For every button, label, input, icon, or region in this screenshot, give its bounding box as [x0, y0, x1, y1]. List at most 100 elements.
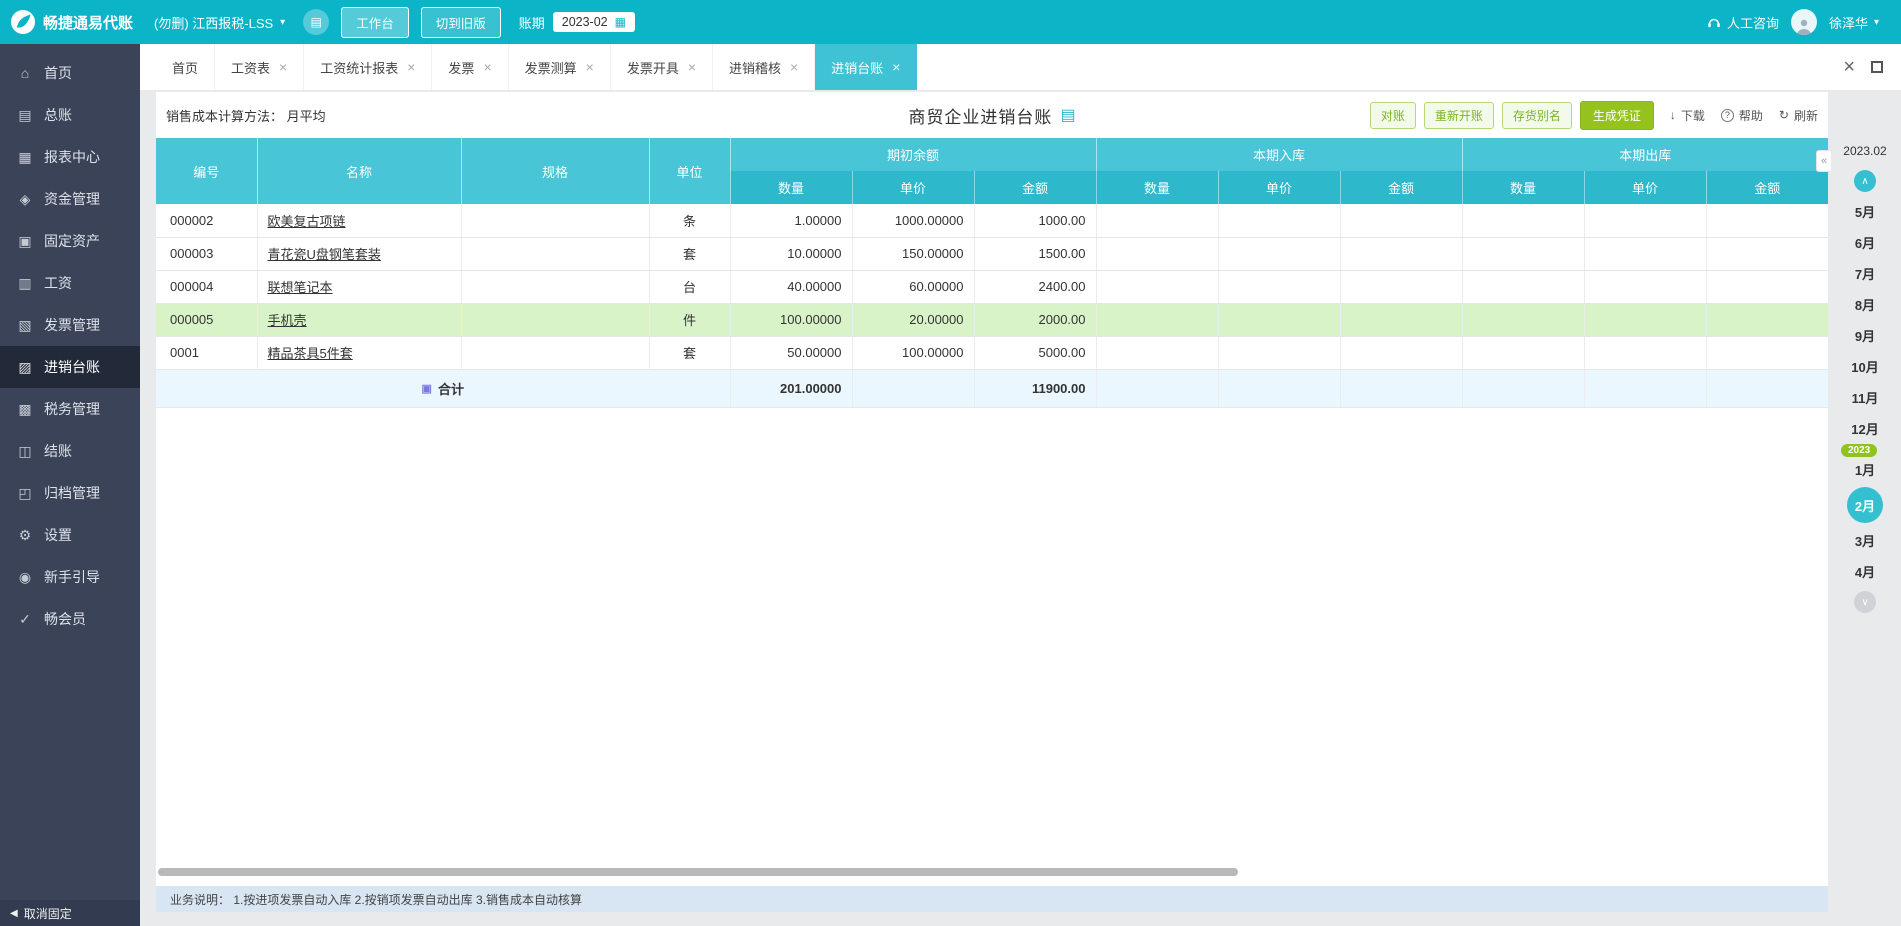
sidebar-item-label: 畅会员	[44, 611, 86, 627]
sidebar-item-fixed-assets[interactable]: ▣ 固定资产	[0, 220, 140, 262]
group-header-period-in: 本期入库	[1096, 138, 1463, 171]
logo-icon	[10, 9, 36, 35]
inventory-ledger-icon: ▨	[18, 358, 32, 375]
col-header-name: 名称	[257, 138, 462, 204]
tab-invoice-issue[interactable]: 发票开具 ×	[611, 44, 714, 90]
cell-out-amount	[1706, 270, 1829, 304]
month-2[interactable]: 2月	[1847, 487, 1883, 523]
tab-close-icon[interactable]: ×	[688, 60, 696, 74]
period-picker[interactable]: 2023-02 ▦	[552, 12, 635, 32]
month-label: 8月	[1854, 298, 1876, 313]
cell-opening-qty: 10.00000	[730, 237, 853, 271]
switch-old-version-button[interactable]: 切到旧版	[420, 6, 501, 38]
month-12[interactable]: 12月	[1845, 413, 1885, 444]
unpin-sidebar-button[interactable]: ◀ 取消固定	[0, 900, 140, 926]
fullscreen-icon[interactable]	[1871, 61, 1883, 73]
tab-close-icon[interactable]: ×	[483, 60, 491, 74]
cell-code: 000002	[156, 204, 258, 238]
consult-label: 人工咨询	[1726, 15, 1779, 31]
tab-payroll-sheet[interactable]: 工资表 ×	[215, 44, 305, 90]
sidebar-item-home[interactable]: ⌂ 首页	[0, 52, 140, 94]
total-amount: 11900.00	[974, 369, 1097, 408]
month-label: 1月	[1854, 463, 1876, 478]
month-5[interactable]: 5月	[1845, 196, 1885, 227]
tab-close-icon[interactable]: ×	[586, 60, 594, 74]
tab-payroll-stat-report[interactable]: 工资统计报表 ×	[304, 44, 433, 90]
sidebar-item-report-center[interactable]: ▦ 报表中心	[0, 136, 140, 178]
month-10[interactable]: 10月	[1845, 351, 1885, 382]
tab-close-icon[interactable]: ×	[279, 60, 287, 74]
sidebar-item-label: 归档管理	[44, 485, 100, 501]
cell-in-amount	[1340, 204, 1463, 238]
sidebar-item-beginner-guide[interactable]: ◉ 新手引导	[0, 556, 140, 598]
sidebar-item-purchase-sale-ledger[interactable]: ▨ 进销台账	[0, 346, 140, 388]
tab-invoice[interactable]: 发票 ×	[432, 44, 509, 90]
table-row[interactable]: 000002 欧美复古项链 条 1.00000 1000.00000 1000.00	[156, 204, 1829, 238]
month-3[interactable]: 3月	[1845, 525, 1885, 556]
download-button[interactable]: ↓ 下载	[1670, 107, 1705, 124]
sidebar-item-closing[interactable]: ◫ 结账	[0, 430, 140, 472]
gear-icon: ⚙	[18, 526, 32, 543]
cell-in-price	[1218, 336, 1341, 370]
horizontal-scrollbar-thumb[interactable]	[158, 868, 1238, 876]
tab-purchase-sale-ledger[interactable]: 进销台账 ×	[815, 44, 918, 90]
table-row[interactable]: 000004 联想笔记本 台 40.00000 60.00000 2400.00	[156, 270, 1829, 304]
reopen-books-button[interactable]: 重新开账	[1423, 101, 1494, 129]
item-name-link[interactable]: 联想笔记本	[268, 280, 333, 295]
month-1[interactable]: 1月	[1845, 454, 1885, 485]
generate-voucher-button[interactable]: 生成凭证	[1579, 100, 1654, 130]
cell-unit: 条	[649, 204, 731, 238]
item-name-link[interactable]: 手机壳	[268, 313, 307, 328]
month-label: 7月	[1854, 267, 1876, 282]
inventory-alias-button[interactable]: 存货别名	[1501, 101, 1572, 129]
tab-home[interactable]: 首页	[156, 44, 216, 90]
tab-purchase-sale-audit[interactable]: 进销稽核 ×	[713, 44, 816, 90]
sidebar-item-general-ledger[interactable]: ▤ 总账	[0, 94, 140, 136]
sidebar-item-invoice-mgmt[interactable]: ▧ 发票管理	[0, 304, 140, 346]
document-icon[interactable]: ▤	[1060, 105, 1075, 125]
workbench-button[interactable]: 工作台	[341, 6, 409, 38]
status-text: 业务说明： 1.按进项发票自动入库 2.按销项发票自动出库 3.销售成本自动核算	[170, 892, 583, 907]
item-name-link[interactable]: 欧美复古项链	[268, 214, 346, 229]
refresh-icon: ↻	[1778, 108, 1789, 122]
table-row[interactable]: 000005 手机壳 件 100.00000 20.00000 2000.00	[156, 303, 1829, 337]
sidebar-item-member[interactable]: ✓ 畅会员	[0, 598, 140, 640]
tab-close-icon[interactable]: ×	[790, 60, 798, 74]
user-menu[interactable]: 徐泽华 ▾	[1829, 13, 1879, 32]
month-11[interactable]: 11月	[1845, 382, 1885, 413]
collapse-panel-icon[interactable]: «	[1816, 150, 1831, 172]
month-6[interactable]: 6月	[1845, 227, 1885, 258]
scroll-up-icon[interactable]: ∧	[1854, 170, 1876, 192]
tab-invoice-calc[interactable]: 发票测算 ×	[509, 44, 611, 90]
month-7[interactable]: 7月	[1845, 258, 1885, 289]
table-row[interactable]: 0001 精品茶具5件套 套 50.00000 100.00000 5000.00	[156, 336, 1829, 370]
tab-close-icon[interactable]: ×	[407, 60, 415, 74]
month-4[interactable]: 4月	[1845, 556, 1885, 587]
funds-icon: ◈	[19, 190, 31, 207]
sidebar-item-settings[interactable]: ⚙ 设置	[0, 514, 140, 556]
sidebar-item-archive-mgmt[interactable]: ◰ 归档管理	[0, 472, 140, 514]
tab-close-icon[interactable]: ×	[892, 60, 900, 74]
avatar[interactable]	[1790, 9, 1817, 35]
close-icon[interactable]: ×	[1843, 56, 1855, 79]
month-8[interactable]: 8月	[1845, 289, 1885, 320]
cell-spec	[461, 270, 650, 304]
company-select[interactable]: (勿删) 江西报税-LSS ▾	[154, 13, 285, 32]
scroll-down-icon[interactable]: ∨	[1854, 591, 1876, 613]
help-button[interactable]: ? 帮助	[1720, 107, 1763, 124]
consult-link[interactable]: 人工咨询	[1707, 13, 1779, 32]
refresh-button[interactable]: ↻ 刷新	[1779, 107, 1818, 124]
cell-opening-price: 20.00000	[852, 303, 975, 337]
table-row[interactable]: 000003 青花瓷U盘钢笔套装 套 10.00000 150.00000 1500.00	[156, 237, 1829, 271]
month-9[interactable]: 9月	[1845, 320, 1885, 351]
sidebar-item-tax-mgmt[interactable]: ▩ 税务管理	[0, 388, 140, 430]
item-name-link[interactable]: 精品茶具5件套	[268, 346, 353, 361]
item-name-link[interactable]: 青花瓷U盘钢笔套装	[268, 247, 381, 262]
workbench-doc-icon[interactable]: ▤	[303, 9, 330, 35]
sidebar-item-payroll[interactable]: ▥ 工资	[0, 262, 140, 304]
app-logo[interactable]: 畅捷通易代账	[0, 9, 140, 35]
sidebar-item-funds[interactable]: ◈ 资金管理	[0, 178, 140, 220]
main-area: 首页 工资表 × 工资统计报表 × 发票 × 发票测算 × 发票开具 × 进销稽核 × 进销台账 × × 销…	[140, 44, 1901, 926]
reconcile-button[interactable]: 对账	[1369, 101, 1416, 129]
col-header-code: 编号	[156, 138, 258, 204]
